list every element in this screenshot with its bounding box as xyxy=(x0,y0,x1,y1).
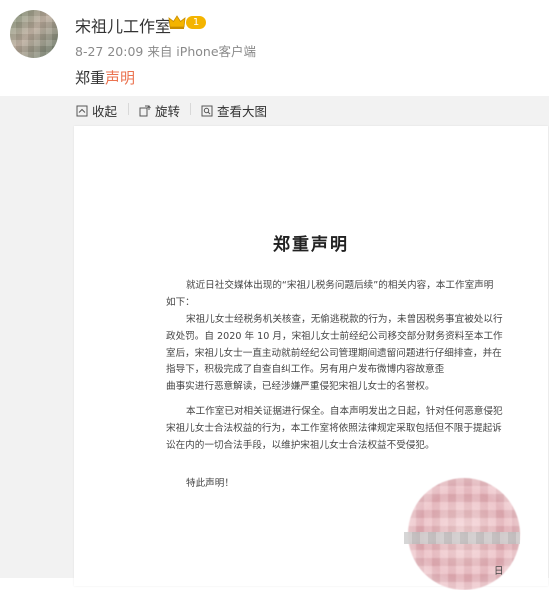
statement-image[interactable]: 郑重声明 就近日社交媒体出现的“宋祖儿税务问题后续”的相关内容，本工作室声明 如… xyxy=(74,126,548,590)
post-text: 郑重声明 xyxy=(75,67,135,88)
account-name[interactable]: 宋祖儿工作室 xyxy=(75,13,171,37)
view-large-button[interactable]: 查看大图 xyxy=(201,101,267,120)
post-meta: 8-27 20:09 来自 iPhone客户端 xyxy=(75,44,257,59)
statement-line: 宋祖儿女士合法权益的行为，本工作室将依照法律规定采取包括但不限于提起诉 xyxy=(166,422,502,434)
statement-date: 日 xyxy=(494,566,504,577)
level-badge: 1 xyxy=(186,16,206,29)
statement-line: 宋祖儿女士经税务机关核查，无偷逃税款的行为，未曾因税务事宜被处以行 xyxy=(186,314,503,325)
collapse-label: 收起 xyxy=(92,104,118,119)
post-text-prefix: 郑重 xyxy=(75,69,106,87)
statement-line: 就近日社交媒体出现的“宋祖儿税务问题后续”的相关内容，本工作室声明 xyxy=(186,280,494,291)
post-text-accent: 声明 xyxy=(105,69,136,87)
statement-line: 如下： xyxy=(166,296,195,308)
rotate-icon xyxy=(139,104,151,116)
rotate-button[interactable]: 旋转 xyxy=(139,101,180,120)
statement-title: 郑重声明 xyxy=(273,235,349,255)
statement-paragraph-2: 宋祖儿女士经税务机关核查，无偷逃税款的行为，未曾因税务事宜被处以行 政处罚。自 … xyxy=(166,312,522,396)
statement-paragraph-1: 就近日社交媒体出现的“宋祖儿税务问题后续”的相关内容，本工作室声明 如下： xyxy=(166,278,522,312)
post-header: 宋祖儿工作室 1 8-27 20:09 来自 iPhone客户端 郑重声明 xyxy=(0,0,549,96)
rotate-label: 旋转 xyxy=(155,104,181,119)
statement-line: 曲事实进行恶意解读，已经涉嫌严重侵犯宋祖儿女士的名誉权。 xyxy=(166,381,435,393)
statement-line: 本工作室已对相关证据进行保全。自本声明发出之日起，针对任何恶意侵犯 xyxy=(186,406,503,417)
collapse-button[interactable]: 收起 xyxy=(76,101,117,120)
statement-line: 政处罚。自 2020 年 10 月，宋祖儿女士前经纪公司移交部分财务资料至本工作 xyxy=(166,330,503,342)
collapse-icon xyxy=(76,105,88,116)
image-viewer[interactable]: 郑重声明 就近日社交媒体出现的“宋祖儿税务问题后续”的相关内容，本工作室声明 如… xyxy=(0,122,549,590)
magnifier-icon xyxy=(201,105,213,116)
statement-line: 室后，宋祖儿女士一直主动就前经纪公司管理期间遗留问题进行仔细排查，并在 xyxy=(166,347,502,359)
image-toolbar: 收起 旋转 查看大图 xyxy=(0,96,549,122)
statement-line: 指导下，积极完成了自查自纠工作。另有用户发布微博内容故意歪 xyxy=(166,364,445,376)
avatar[interactable] xyxy=(10,10,58,58)
toolbar-divider xyxy=(190,103,191,115)
toolbar-divider xyxy=(128,103,129,115)
redacted-signature xyxy=(404,532,520,544)
statement-paragraph-3: 本工作室已对相关证据进行保全。自本声明发出之日起，针对任何恶意侵犯 宋祖儿女士合… xyxy=(166,404,522,454)
crown-icon xyxy=(168,15,186,29)
view-large-label: 查看大图 xyxy=(217,104,268,119)
statement-line: 讼在内的一切合法手段，以维护宋祖儿女士合法权益不受侵犯。 xyxy=(166,439,435,451)
